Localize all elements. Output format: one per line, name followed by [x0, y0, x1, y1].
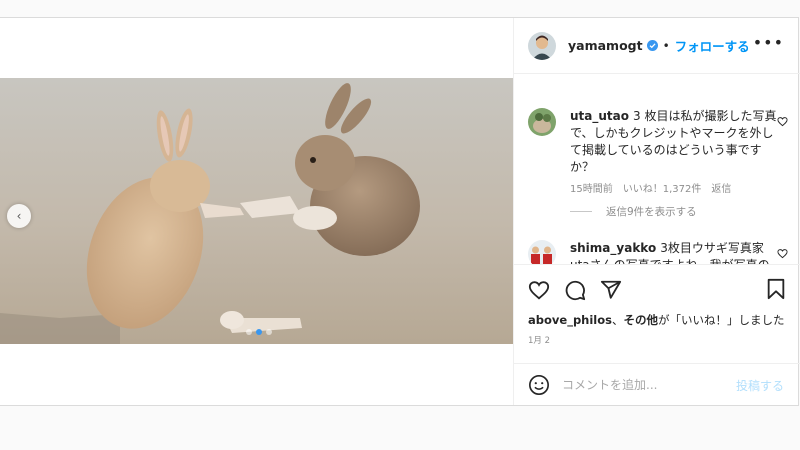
- follow-button[interactable]: フォローする: [675, 36, 750, 55]
- comments-list: uta_utao 3 枚目は私が撮影した写真で、しかもクレジットやマークを外して掲…: [514, 74, 800, 264]
- view-replies-button[interactable]: 返信9件を表示する: [570, 204, 697, 219]
- avatar-image: [528, 31, 556, 60]
- header-separator: •: [662, 38, 670, 53]
- more-options-button[interactable]: •••: [753, 33, 784, 52]
- commenter-avatar[interactable]: [528, 240, 556, 264]
- commenter-username[interactable]: shima_yakko: [570, 241, 656, 255]
- likes-others-link[interactable]: その他: [624, 313, 659, 327]
- comment-like-heart-icon[interactable]: [777, 248, 788, 259]
- comment-item: uta_utao 3 枚目は私が撮影した写真で、しかもクレジットやマークを外して掲…: [528, 108, 790, 198]
- reply-button[interactable]: 返信: [711, 181, 731, 198]
- liker-username[interactable]: above_philos: [528, 313, 612, 327]
- slide-dot: [246, 329, 252, 335]
- comment-meta: 15時間前 いいね！1,372件 返信: [570, 181, 780, 198]
- verified-badge-icon: [646, 40, 658, 51]
- comment-like-heart-icon[interactable]: [777, 116, 788, 127]
- post-card: ‹ yamamogt • フォローする ••• uta_utao 3 枚目は私が…: [0, 17, 800, 406]
- post-actions: [514, 264, 800, 314]
- comment-item: shima_yakko3枚目ウサギ写真家utaさんの写真ですよね。我が写真の様に…: [528, 240, 790, 264]
- post-photo: [0, 78, 513, 344]
- share-send-icon[interactable]: [600, 279, 622, 301]
- like-heart-icon[interactable]: [528, 279, 550, 301]
- page: ‹ yamamogt • フォローする ••• uta_utao 3 枚目は私が…: [0, 0, 800, 450]
- slide-dot-active: [256, 329, 262, 335]
- likes-separator: 、: [612, 313, 624, 327]
- emoji-icon[interactable]: [528, 374, 550, 396]
- previous-slide-button[interactable]: ‹: [7, 204, 31, 228]
- add-comment-bar: コメントを追加... 投稿する: [514, 363, 800, 405]
- comment-input[interactable]: コメントを追加...: [562, 376, 657, 393]
- bookmark-icon[interactable]: [766, 278, 786, 300]
- post-sidebar: yamamogt • フォローする ••• uta_utao 3 枚目は私が撮影…: [513, 18, 800, 405]
- commenter-username[interactable]: uta_utao: [570, 109, 629, 123]
- likes-suffix: が「いいね！」しました: [658, 313, 785, 327]
- commenter-avatar[interactable]: [528, 108, 556, 136]
- slide-dot: [266, 329, 272, 335]
- replies-divider: [570, 211, 592, 212]
- comment-likes[interactable]: いいね！1,372件: [623, 181, 702, 198]
- likes-summary: above_philos、その他が「いいね！」しました: [528, 312, 785, 328]
- slide-indicator: [246, 329, 272, 335]
- post-date[interactable]: 1月 2: [528, 334, 550, 346]
- avatar-image: [528, 108, 556, 136]
- post-header: yamamogt • フォローする •••: [514, 18, 800, 74]
- author-username[interactable]: yamamogt: [568, 38, 643, 53]
- avatar-image: [528, 240, 556, 264]
- post-media[interactable]: ‹: [0, 18, 513, 405]
- chevron-left-icon: ‹: [16, 209, 22, 223]
- author-avatar[interactable]: [528, 31, 556, 60]
- view-replies-label: 返信9件を表示する: [606, 206, 697, 218]
- post-comment-button[interactable]: 投稿する: [736, 377, 784, 394]
- comment-time[interactable]: 15時間前: [570, 181, 613, 198]
- comment-bubble-icon[interactable]: [564, 279, 586, 301]
